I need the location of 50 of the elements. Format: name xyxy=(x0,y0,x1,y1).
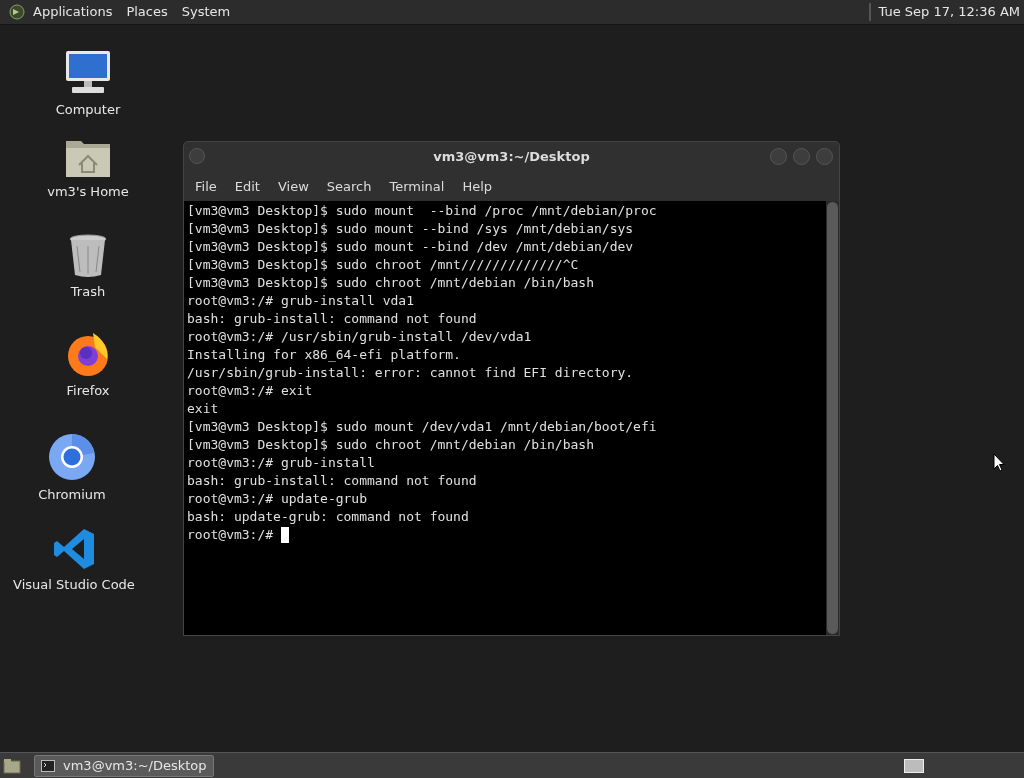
show-desktop-icon[interactable] xyxy=(3,757,21,774)
icon-label[interactable]: Visual Studio Code xyxy=(13,575,135,595)
terminal-line: bash: update-grub: command not found xyxy=(187,508,470,526)
terminal-line: exit xyxy=(187,400,220,418)
menu-item[interactable]: Terminal xyxy=(380,176,454,197)
trash-icon[interactable] xyxy=(69,234,107,278)
firefox-icon[interactable] xyxy=(65,331,111,377)
icon-label[interactable]: vm3's Home xyxy=(47,182,129,202)
computer-icon[interactable] xyxy=(64,50,112,96)
terminal-line: [vm3@vm3 Desktop]$ sudo mount /dev/vda1 /mnt/debian/boot/efi xyxy=(187,418,658,436)
terminal-line: root@vm3:/# /usr/sbin/grub-install /dev/vda1 xyxy=(187,328,533,346)
terminal-line: [vm3@vm3 Desktop]$ sudo chroot /mnt/debian /bin/bash xyxy=(187,274,595,292)
terminal-line: bash: grub-install: command not found xyxy=(187,472,478,490)
terminal-prompt: root@vm3:/# xyxy=(187,526,274,544)
terminal-line: root@vm3:/# grub-install xyxy=(187,454,376,472)
menu-item[interactable]: Help xyxy=(453,176,502,197)
panel-menu[interactable]: Applications xyxy=(33,2,113,22)
icon-label[interactable]: Trash xyxy=(70,282,106,302)
scrollbar[interactable] xyxy=(826,201,839,635)
terminal-line: bash: grub-install: command not found xyxy=(187,310,478,328)
text-cursor xyxy=(281,527,290,543)
home-folder-icon[interactable] xyxy=(65,138,111,178)
panel-menu[interactable]: Places xyxy=(126,2,168,22)
terminal-line: root@vm3:/# grub-install vda1 xyxy=(187,292,415,310)
clock[interactable]: Tue Sep 17, 12:36 AM xyxy=(878,2,1020,22)
terminal-line: [vm3@vm3 Desktop]$ sudo mount --bind /proc /mnt/debian/proc xyxy=(187,202,658,220)
menu-item[interactable]: View xyxy=(268,176,318,197)
window-title: vm3@vm3:~/Desktop xyxy=(433,148,590,167)
terminal-line: [vm3@vm3 Desktop]$ sudo chroot /mnt/////////////^C xyxy=(187,256,580,274)
code-editor-icon[interactable] xyxy=(52,527,96,571)
terminal-line: /usr/sbin/grub-install: error: cannot find EFI directory. xyxy=(187,364,635,382)
panel-menu[interactable]: System xyxy=(181,2,231,22)
terminal-icon xyxy=(41,759,55,772)
terminal-line: [vm3@vm3 Desktop]$ sudo chroot /mnt/debian /bin/bash xyxy=(187,436,595,454)
icon-label[interactable]: Chromium xyxy=(38,485,106,505)
terminal-line: [vm3@vm3 Desktop]$ sudo mount --bind /sys /mnt/debian/sys xyxy=(187,220,635,238)
logo-icon xyxy=(9,4,25,20)
taskbar-button[interactable]: vm3@vm3:~/Desktop xyxy=(34,754,214,777)
terminal-line: root@vm3:/# update-grub xyxy=(187,490,368,508)
menu-item[interactable]: Search xyxy=(317,176,381,197)
mouse-pointer-icon xyxy=(993,453,1005,472)
terminal-line: [vm3@vm3 Desktop]$ sudo mount --bind /dev /mnt/debian/dev xyxy=(187,238,635,256)
chromium-icon[interactable] xyxy=(48,433,96,481)
terminal-line: root@vm3:/# exit xyxy=(187,382,314,400)
icon-label[interactable]: Computer xyxy=(55,100,121,120)
workspace-switcher[interactable] xyxy=(904,758,924,773)
icon-label[interactable]: Firefox xyxy=(66,381,110,401)
terminal-line: Installing for x86_64-efi platform. xyxy=(187,346,462,364)
menu-item[interactable]: Edit xyxy=(225,176,269,197)
menu-item[interactable]: File xyxy=(186,176,226,197)
